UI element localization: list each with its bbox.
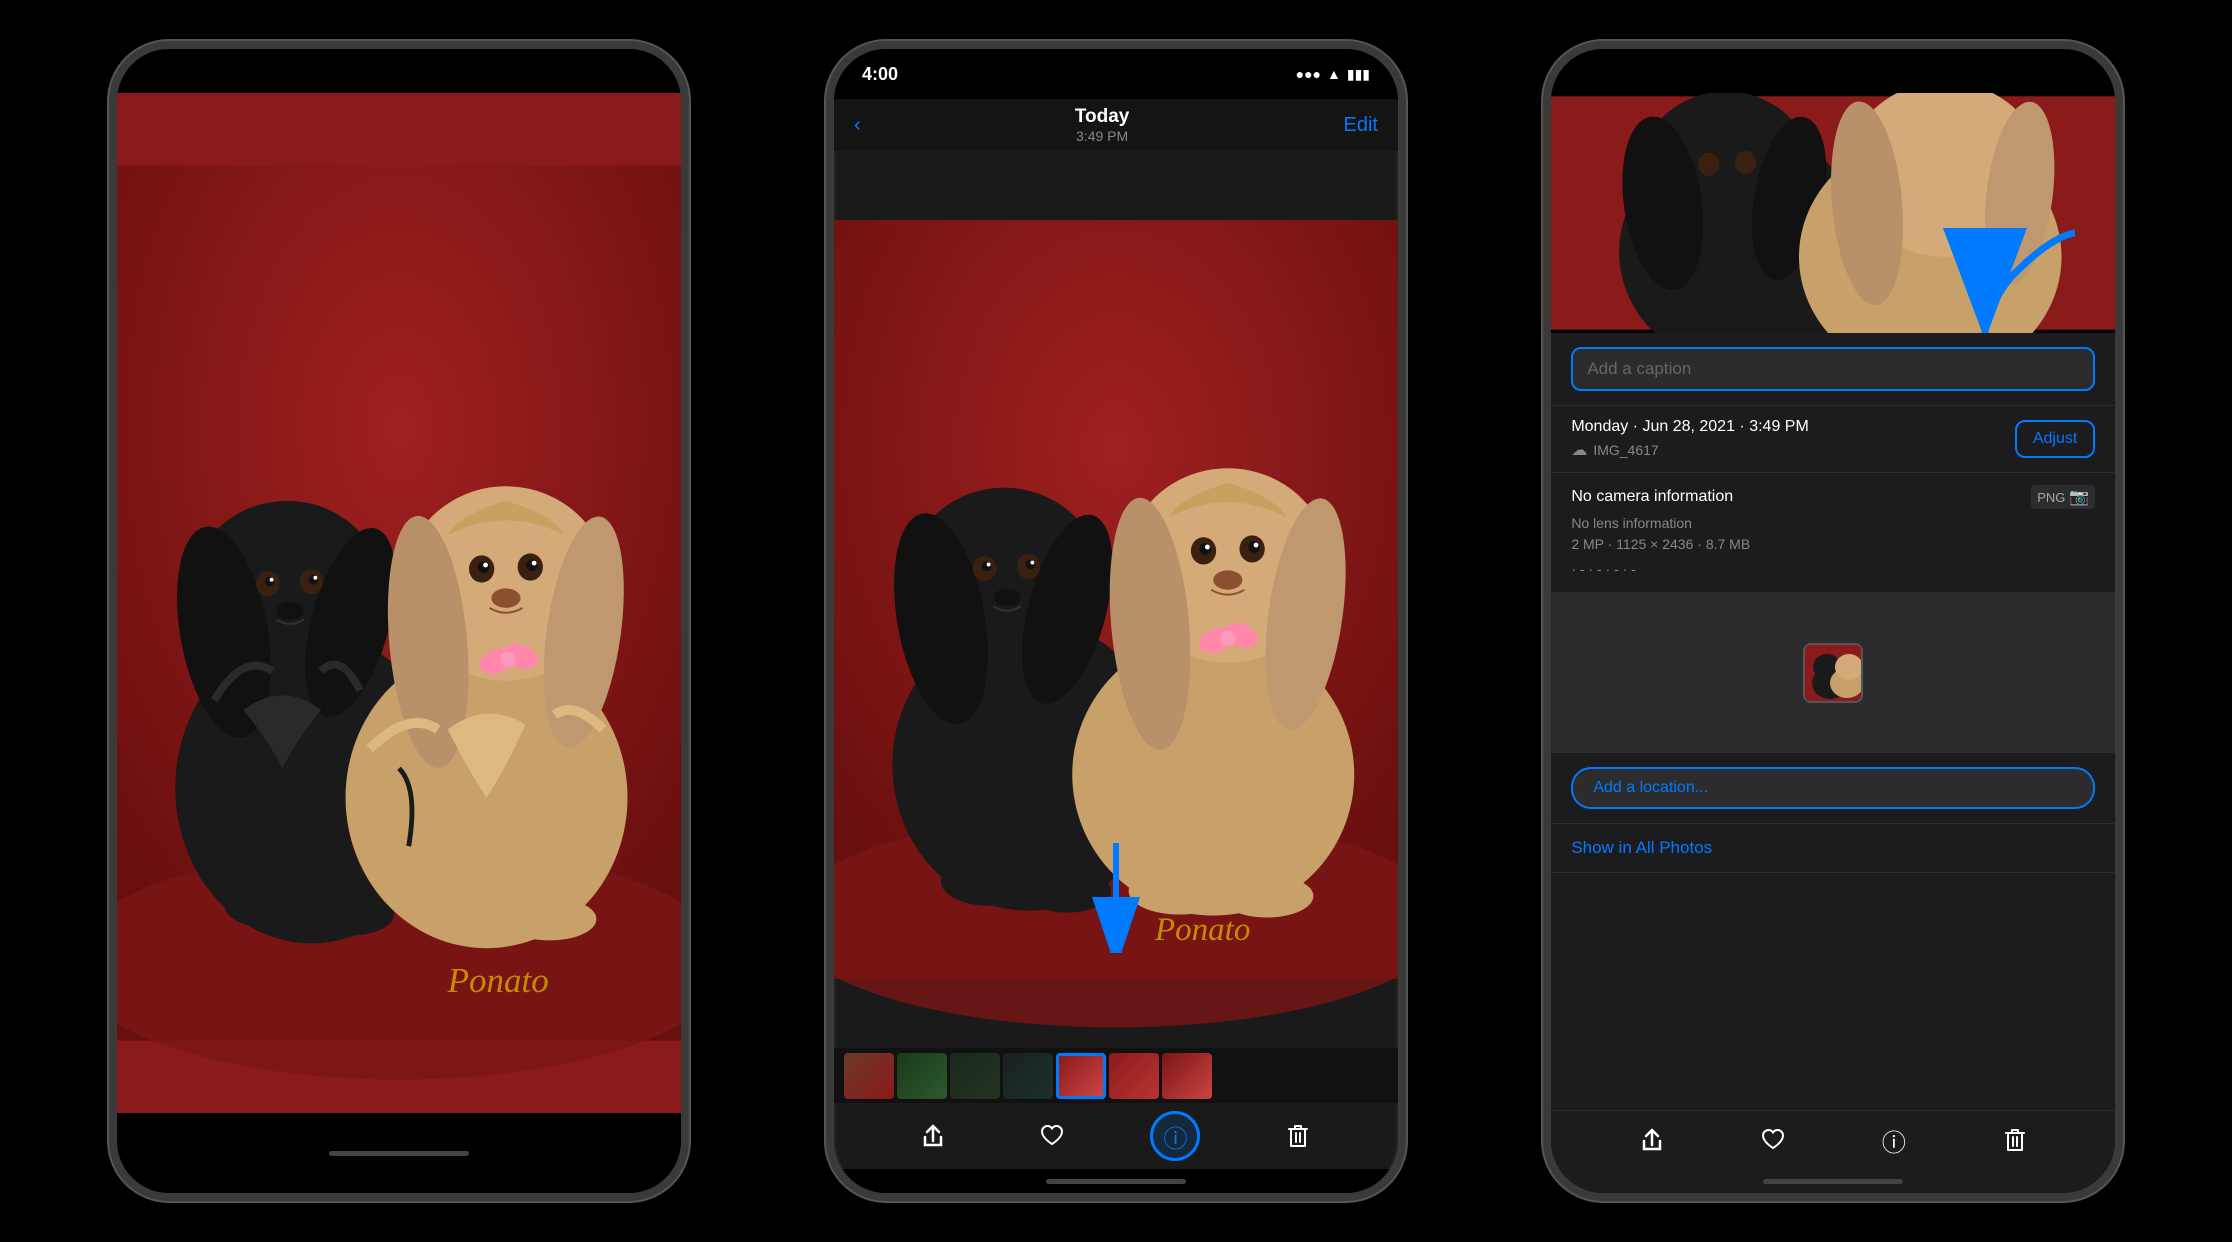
camera-info-title: No camera information [1571, 488, 1733, 506]
photo-thumbnail-area [1551, 93, 2115, 333]
back-button[interactable]: ‹ [854, 114, 861, 137]
nav-bar: ‹ Today 3:49 PM Edit [834, 99, 1398, 151]
date-info-left: Monday · Jun 28, 2021 · 3:49 PM ☁ IMG_46… [1571, 418, 1808, 460]
signal-icon: ●●● [1296, 66, 1321, 82]
phone-3: Add a caption Monday · Jun 28, 2021 · 3:… [1543, 41, 2123, 1201]
delete-button[interactable] [1277, 1115, 1319, 1157]
home-indicator-2 [834, 1169, 1398, 1193]
side-button-top-3 [1543, 229, 1545, 279]
side-button-bot [826, 389, 828, 459]
show-all-photos-link[interactable]: Show in All Photos [1571, 838, 1712, 857]
film-thumb-2[interactable] [897, 1053, 947, 1099]
side-button-bot [109, 389, 111, 459]
info-button-3[interactable]: ⓘ [1873, 1119, 1915, 1161]
side-button-top [826, 229, 828, 279]
png-label: PNG [2037, 490, 2065, 505]
dogs-photo: Ponato [117, 93, 681, 1113]
map-pin-photo [1805, 645, 1863, 703]
camera-info-row: No camera information PNG 📷 No lens info… [1551, 473, 2115, 593]
photo-area-2: Ponato [834, 151, 1398, 1048]
delete-button-3[interactable] [1994, 1119, 2036, 1161]
caption-input[interactable]: Add a caption [1571, 347, 2095, 391]
battery-icon: ▮▮▮ [1347, 66, 1370, 83]
side-button-top [109, 229, 111, 279]
side-button-mid-3 [1543, 299, 1545, 369]
photo-area: Ponato [117, 93, 681, 1113]
png-badge: PNG 📷 [2031, 485, 2095, 509]
home-indicator-3 [1551, 1169, 2115, 1193]
camera-small-icon: 📷 [2069, 487, 2089, 507]
film-thumb-6[interactable] [1109, 1053, 1159, 1099]
toolbar-3: ⓘ [1551, 1110, 2115, 1169]
nav-title: Today 3:49 PM [1075, 106, 1130, 144]
home-bar-2 [1046, 1179, 1186, 1184]
blue-arrow-2 [1076, 833, 1156, 953]
favorite-button-3[interactable] [1752, 1119, 1794, 1161]
photo-date: Monday · Jun 28, 2021 · 3:49 PM [1571, 418, 1808, 436]
info-panel: Add a caption Monday · Jun 28, 2021 · 3:… [1551, 333, 2115, 1110]
film-thumb-3[interactable] [950, 1053, 1000, 1099]
toolbar-icons-3: ⓘ [1551, 1111, 2115, 1169]
favorite-button[interactable] [1031, 1115, 1073, 1157]
film-thumb-7[interactable] [1162, 1053, 1212, 1099]
pin-triangle [1825, 701, 1841, 703]
photo-filename: ☁ IMG_4617 [1571, 440, 1808, 460]
svg-text:Ponato: Ponato [446, 961, 548, 1000]
film-thumb-4[interactable] [1003, 1053, 1053, 1099]
edit-button[interactable]: Edit [1344, 114, 1378, 137]
film-thumb-1[interactable] [844, 1053, 894, 1099]
cloud-icon: ☁ [1571, 440, 1587, 460]
map-area [1551, 593, 2115, 753]
home-area [117, 1113, 681, 1193]
side-button-mid [109, 299, 111, 369]
show-all-photos-row: Show in All Photos [1551, 824, 2115, 873]
status-icons: ●●● ▲ ▮▮▮ [1296, 66, 1370, 83]
phone-1: Ponato [109, 41, 689, 1201]
lens-info: No lens information [1571, 513, 2095, 534]
share-button[interactable] [912, 1115, 954, 1157]
home-indicator [329, 1151, 469, 1156]
add-location-button[interactable]: Add a location... [1571, 767, 2095, 809]
blue-arrow-3 [1935, 213, 2095, 333]
resolution-info: 2 MP · 1125 × 2436 · 8.7 MB [1571, 534, 2095, 555]
dash-info: · - · - · - · - [1571, 559, 2095, 580]
film-thumb-5[interactable] [1056, 1053, 1106, 1099]
svg-text:Ponato: Ponato [1154, 912, 1250, 948]
home-bar-3 [1763, 1179, 1903, 1184]
toolbar-icons: ⓘ [834, 1103, 1398, 1169]
share-button-3[interactable] [1631, 1119, 1673, 1161]
status-bar-3 [1551, 49, 2115, 93]
status-time: 4:00 [862, 64, 898, 85]
filmstrip[interactable] [834, 1048, 1398, 1103]
location-btn-row: Add a location... [1551, 753, 2115, 824]
camera-info-header: No camera information PNG 📷 [1571, 485, 2095, 509]
date-info-row: Monday · Jun 28, 2021 · 3:49 PM ☁ IMG_46… [1551, 406, 2115, 473]
caption-row: Add a caption [1551, 333, 2115, 406]
status-bar [117, 49, 681, 93]
wifi-icon: ▲ [1327, 66, 1341, 82]
side-button-mid [826, 299, 828, 369]
nav-title-text: Today [1075, 106, 1130, 128]
nav-subtitle: 3:49 PM [1075, 128, 1130, 144]
side-button-bot-3 [1543, 389, 1545, 459]
phone-2: 4:00 ●●● ▲ ▮▮▮ ‹ Today 3:49 PM Edit [826, 41, 1406, 1201]
map-content [1551, 593, 2115, 753]
info-button[interactable]: ⓘ [1150, 1111, 1200, 1161]
adjust-button[interactable]: Adjust [2015, 420, 2095, 458]
status-bar-2: 4:00 ●●● ▲ ▮▮▮ [834, 49, 1398, 99]
map-photo-pin [1803, 643, 1863, 703]
